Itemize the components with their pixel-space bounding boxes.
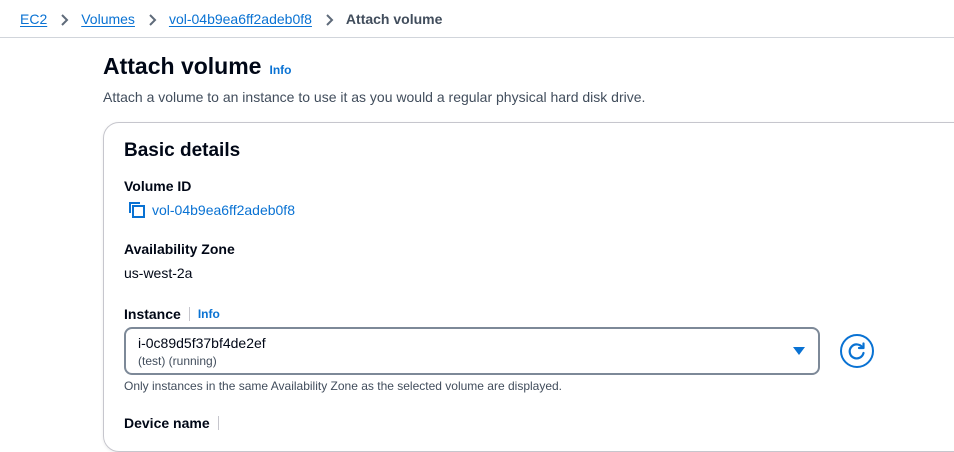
copy-icon[interactable] <box>128 201 146 219</box>
refresh-icon <box>848 342 865 360</box>
device-name-label: Device name <box>124 415 210 431</box>
breadcrumb-ec2[interactable]: EC2 <box>20 11 47 27</box>
chevron-right-icon <box>312 10 346 26</box>
instance-label-row: Instance Info <box>124 306 220 322</box>
breadcrumb-volumes[interactable]: Volumes <box>81 11 135 27</box>
breadcrumb-current: Attach volume <box>345 10 443 27</box>
chevron-right-icon <box>135 10 169 26</box>
breadcrumb: EC2 Volumes vol-04b9ea6ff2adeb0f8 Attach… <box>0 0 954 38</box>
caret-down-icon <box>793 347 805 355</box>
instance-select[interactable]: i-0c89d5f37bf4de2ef (test) (running) <box>124 327 820 375</box>
instance-hint: Only instances in the same Availability … <box>124 379 563 393</box>
instance-select-value: i-0c89d5f37bf4de2ef <box>138 335 266 351</box>
label-divider <box>188 307 190 321</box>
availability-zone-value: us-west-2a <box>124 265 193 281</box>
section-title: Basic details <box>124 140 241 161</box>
page-info-link[interactable]: Info <box>269 63 291 77</box>
refresh-button[interactable] <box>840 334 874 368</box>
basic-details-panel: Basic details Volume ID vol-04b9ea6ff2ad… <box>103 122 954 452</box>
page-description: Attach a volume to an instance to use it… <box>103 89 646 105</box>
breadcrumb-volume-id[interactable]: vol-04b9ea6ff2adeb0f8 <box>169 11 312 27</box>
instance-select-description: (test) (running) <box>138 354 217 368</box>
volume-id-value[interactable]: vol-04b9ea6ff2adeb0f8 <box>152 202 295 218</box>
instance-info-link[interactable]: Info <box>198 307 220 321</box>
availability-zone-label: Availability Zone <box>124 241 235 257</box>
chevron-right-icon <box>47 10 81 26</box>
instance-label: Instance <box>124 306 181 322</box>
device-name-label-row: Device name <box>124 415 227 431</box>
volume-id-label: Volume ID <box>124 178 192 194</box>
page-title-row: Attach volume Info <box>103 53 291 80</box>
page-title: Attach volume <box>103 53 262 79</box>
volume-id-link[interactable]: vol-04b9ea6ff2adeb0f8 <box>128 201 295 219</box>
label-divider <box>217 416 219 430</box>
